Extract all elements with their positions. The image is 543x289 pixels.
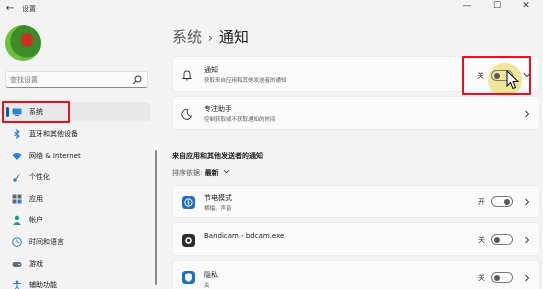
app-notification-row[interactable]: Bandicam - bdcam.exe 关 [172,222,540,256]
moon-icon [181,108,193,120]
chevron-right-icon[interactable] [523,110,531,118]
sidebar-item-label: 应用 [29,195,43,203]
sidebar-item-label: 个性化 [29,173,50,181]
apps-icon [12,194,22,204]
app-toggle-state: 关 [478,236,485,244]
app-description: 横幅、声音 [204,206,232,212]
chevron-right-icon[interactable] [523,274,531,282]
sidebar-item-label: 时间和语言 [29,238,64,246]
app-notification-row[interactable]: 节电模式 横幅、声音 开 [172,185,540,218]
page-title: 通知 [218,28,249,46]
app-name: 节电模式 [204,194,232,202]
chevron-right-icon[interactable] [523,236,531,244]
sidebar-item-bluetooth[interactable]: 蓝牙和其他设备 [3,124,150,143]
toggle-knob [494,237,500,243]
person-icon [13,215,21,225]
section-heading: 来自应用和其他发送者的通知 [172,152,263,160]
battery-saver-icon [182,196,195,209]
notifications-description: 获取来自应用和其他发送者的通知 [204,78,287,84]
breadcrumb-parent[interactable]: 系统 [172,28,202,46]
search-input[interactable] [10,74,130,86]
app-toggle-state: 开 [478,198,485,206]
bluetooth-icon [14,129,20,139]
app-toggle[interactable] [491,272,513,283]
chevron-down-icon[interactable] [223,168,230,175]
sidebar-item-label: 帐户 [29,216,43,224]
highlight-box-system [2,101,70,123]
app-toggle[interactable] [491,234,513,245]
app-name: 隐私 [204,271,218,279]
globe-clock-icon [12,237,22,247]
sidebar-item-label: 游戏 [29,260,43,268]
toggle-knob [504,199,510,205]
sidebar-item-time-language[interactable]: 时间和语言 [3,232,150,251]
bell-icon [181,70,193,81]
breadcrumb: 系统 › 通知 [172,26,249,47]
app-description: 关 [204,283,210,289]
maximize-button[interactable]: ☐ [485,0,509,12]
sidebar-item-accounts[interactable]: 帐户 [3,210,150,229]
gamepad-icon [12,262,22,267]
privacy-shield-icon [182,271,195,284]
sidebar-item-personalization[interactable]: 个性化 [3,167,150,186]
app-toggle[interactable] [491,196,513,207]
app-toggle-state: 关 [478,274,485,282]
sort-control[interactable]: 排序依据: 最新 [172,168,230,178]
search-icon[interactable] [132,75,142,85]
sidebar-item-label: 网络 & Internet [29,152,81,160]
brush-icon [13,172,21,182]
highlight-box-toggle [462,56,531,95]
chevron-right-icon[interactable] [523,198,531,206]
window-title: 设置 [22,5,36,13]
breadcrumb-separator: › [208,31,213,45]
sidebar-scrollbar[interactable] [155,150,157,285]
sidebar-item-gaming[interactable]: 游戏 [3,254,150,273]
bandicam-icon [182,234,195,247]
back-arrow-icon[interactable]: ← [4,3,16,15]
close-button[interactable]: ✕ [514,0,538,12]
app-notification-row[interactable]: 隐私 关 关 [172,260,540,289]
sidebar-item-label: 辅助功能 [29,281,57,289]
focus-assist-description: 控制获取或不获取通知的时间 [204,117,276,123]
notifications-title: 通知 [204,66,218,74]
focus-assist-card[interactable]: 专注助手 控制获取或不获取通知的时间 [172,96,540,130]
wifi-icon [12,153,22,160]
sidebar-item-accessibility[interactable]: 辅助功能 [3,275,150,289]
focus-assist-title: 专注助手 [204,105,232,113]
sidebar-item-apps[interactable]: 应用 [3,189,150,208]
accessibility-icon [13,280,21,289]
sort-value[interactable]: 最新 [205,169,219,177]
app-name: Bandicam - bdcam.exe [204,232,285,240]
sidebar-item-label: 蓝牙和其他设备 [29,130,78,138]
sort-label: 排序依据: [172,169,203,177]
sidebar-item-network[interactable]: 网络 & Internet [3,146,150,165]
toggle-knob [494,275,500,281]
minimize-button[interactable]: — [455,0,479,12]
search-box[interactable] [5,71,148,88]
user-avatar[interactable] [5,25,41,61]
title-bar: ← 设置 — ☐ ✕ [0,0,543,18]
